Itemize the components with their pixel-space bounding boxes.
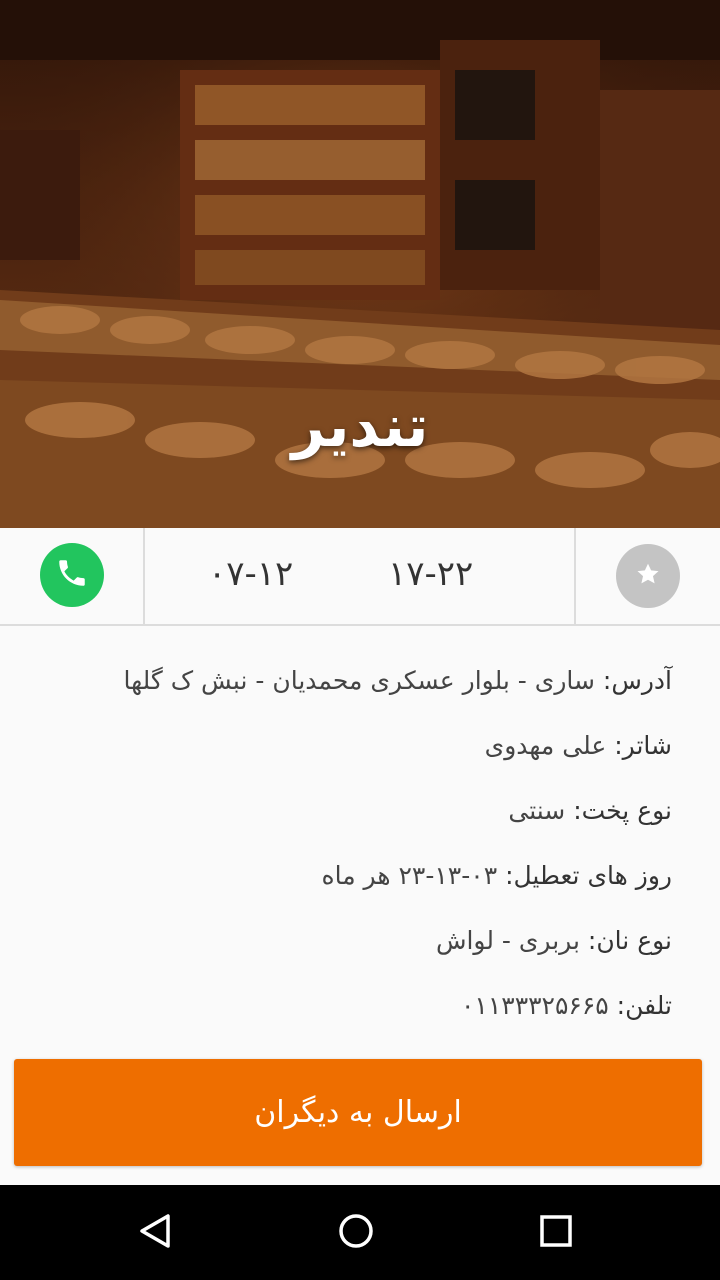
detail-baker: شاتر: علی مهدوی [30,713,672,778]
detail-label: تلفن: [616,991,672,1020]
detail-value: سنتی [508,796,566,825]
divider [143,528,145,624]
detail-phone: تلفن: ۰۱۱۳۳۳۲۵۶۶۵ [30,973,672,1038]
detail-closed-days: روز های تعطیل: ۰۳-۱۳-۲۳ هر ماه [30,843,673,908]
star-icon [635,561,661,591]
hours-morning: ۰۷-۱۲ [208,554,294,594]
call-button[interactable] [40,543,104,607]
detail-value: ۰۳-۱۳-۲۳ هر ماه [321,861,498,890]
detail-value: ساری - بلوار عسکری محمدیان - نبش ک گلها [123,666,595,695]
home-circle-icon [336,1211,376,1255]
home-button[interactable] [296,1185,416,1280]
recents-button[interactable] [496,1185,616,1280]
detail-label: روز های تعطیل: [505,861,672,890]
detail-label: شاتر: [614,731,672,760]
bakery-name: تندیر [291,392,429,460]
recents-square-icon [536,1211,576,1255]
phone-icon [55,556,89,594]
detail-baking-type: نوع پخت: سنتی [30,778,672,843]
detail-value: ۰۱۱۳۳۳۲۵۶۶۵ [460,991,609,1020]
navigation-bar [0,1185,720,1280]
detail-label: نوع نان: [587,926,672,955]
detail-value: بربری - لواش [435,926,580,955]
back-triangle-icon [136,1211,176,1255]
favorite-button[interactable] [616,544,680,608]
hours-evening: ۱۷-۲۲ [388,554,474,594]
bakery-details: آدرس: ساری - بلوار عسکری محمدیان - نبش ک… [30,648,672,1038]
share-button[interactable]: ارسال به دیگران [14,1059,702,1166]
hero-image: تندیر [0,0,720,528]
detail-label: نوع پخت: [573,796,672,825]
detail-bread-type: نوع نان: بربری - لواش [30,908,672,973]
detail-address: آدرس: ساری - بلوار عسکری محمدیان - نبش ک… [30,648,672,713]
detail-label: آدرس: [602,666,672,695]
divider [574,528,576,624]
back-button[interactable] [96,1185,216,1280]
hours-bar: ۰۷-۱۲ ۱۷-۲۲ [0,528,720,626]
detail-value: علی مهدوی [484,731,607,760]
